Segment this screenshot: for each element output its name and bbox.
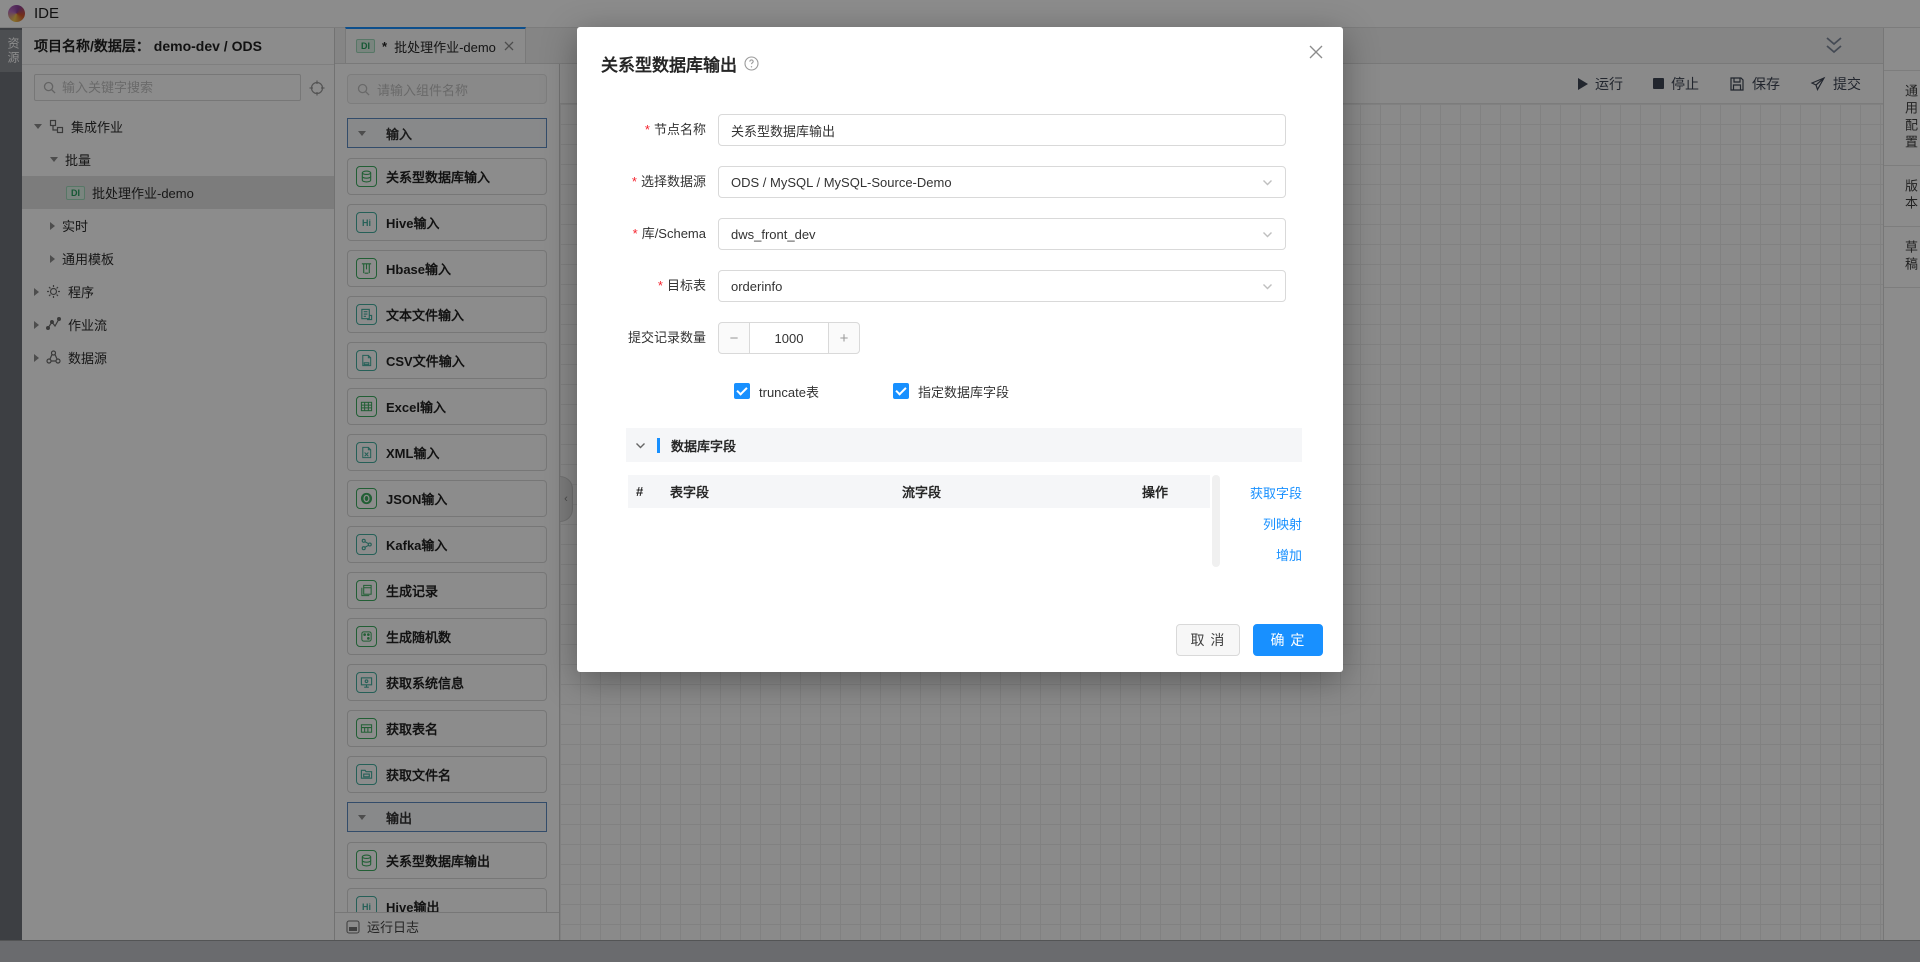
stepper-minus-button[interactable]: − xyxy=(718,322,750,354)
required-marker: * xyxy=(632,174,637,189)
required-marker: * xyxy=(658,278,663,293)
db-fields-table: # 表字段 流字段 操作 xyxy=(628,475,1210,568)
column-header-stream-field: 流字段 xyxy=(902,482,1142,501)
column-header-index: # xyxy=(628,484,662,499)
field-label: 库/Schema xyxy=(642,226,706,241)
table-header-row: # 表字段 流字段 操作 xyxy=(628,475,1210,508)
cancel-button[interactable]: 取 消 xyxy=(1176,624,1240,656)
column-header-actions: 操作 xyxy=(1142,482,1202,501)
table-action-links: 获取字段 列映射 增加 xyxy=(1250,483,1302,564)
required-marker: * xyxy=(645,122,650,137)
commit-count-stepper: − 1000 + xyxy=(718,322,860,354)
target-table-select[interactable]: orderinfo xyxy=(718,270,1286,302)
specify-fields-checkbox[interactable] xyxy=(893,383,909,399)
datasource-select[interactable]: ODS / MySQL / MySQL-Source-Demo xyxy=(718,166,1286,198)
form-row-target-table: * 目标表 orderinfo xyxy=(577,270,1343,302)
checkbox-label: truncate表 xyxy=(759,382,819,401)
form-row-node-name: * 节点名称 xyxy=(577,114,1343,146)
dialog-form: * 节点名称 * 选择数据源 ODS / MySQL / MySQL-Source-… xyxy=(577,76,1343,625)
specify-fields-checkbox-group[interactable]: 指定数据库字段 xyxy=(893,382,1009,401)
node-name-field[interactable] xyxy=(718,114,1286,146)
db-fields-section-header[interactable]: 数据库字段 xyxy=(626,428,1302,462)
db-fields-table-zone: # 表字段 流字段 操作 获取字段 列映射 增加 xyxy=(628,475,1302,625)
field-label: 提交记录数量 xyxy=(628,330,706,345)
close-icon[interactable] xyxy=(1309,45,1323,59)
table-empty-body xyxy=(628,508,1210,568)
node-name-input[interactable] xyxy=(731,123,1273,138)
dialog-header: 关系型数据库输出 xyxy=(577,27,1343,76)
field-label: 目标表 xyxy=(667,278,706,293)
checkbox-label: 指定数据库字段 xyxy=(918,382,1009,401)
section-title: 数据库字段 xyxy=(671,436,736,455)
truncate-checkbox-group[interactable]: truncate表 xyxy=(734,382,819,401)
dialog-footer: 取 消 确 定 xyxy=(1176,624,1323,656)
ok-button[interactable]: 确 定 xyxy=(1253,624,1323,656)
field-label: 选择数据源 xyxy=(641,174,706,189)
ide-app: IDE 资源 项目名称/数据层： demo-dev / ODS xyxy=(0,0,1920,962)
column-mapping-link[interactable]: 列映射 xyxy=(1263,514,1302,533)
dialog-title: 关系型数据库输出 xyxy=(601,51,737,76)
table-scrollbar[interactable] xyxy=(1212,475,1220,567)
checkbox-row: truncate表 指定数据库字段 xyxy=(734,380,1343,402)
rdb-output-dialog: 关系型数据库输出 * 节点名称 * 选择数据源 ODS / MySQL / MySQ… xyxy=(577,27,1343,672)
form-row-commit-count: 提交记录数量 − 1000 + xyxy=(577,322,1343,354)
form-row-schema: * 库/Schema dws_front_dev xyxy=(577,218,1343,250)
field-label: 节点名称 xyxy=(654,122,706,137)
selected-value: ODS / MySQL / MySQL-Source-Demo xyxy=(731,175,952,190)
truncate-checkbox[interactable] xyxy=(734,383,750,399)
required-marker: * xyxy=(633,226,638,241)
chevron-down-icon xyxy=(1262,177,1273,188)
selected-value: orderinfo xyxy=(731,279,782,294)
selected-value: dws_front_dev xyxy=(731,227,816,242)
chevron-down-icon xyxy=(1262,281,1273,292)
stepper-plus-button[interactable]: + xyxy=(828,322,860,354)
stepper-value[interactable]: 1000 xyxy=(750,322,828,354)
get-fields-link[interactable]: 获取字段 xyxy=(1250,483,1302,502)
chevron-down-icon[interactable] xyxy=(635,440,646,451)
column-header-table-field: 表字段 xyxy=(662,482,902,501)
chevron-down-icon xyxy=(1262,229,1273,240)
help-icon[interactable] xyxy=(744,56,759,71)
section-accent-bar xyxy=(657,438,660,453)
schema-select[interactable]: dws_front_dev xyxy=(718,218,1286,250)
form-row-datasource: * 选择数据源 ODS / MySQL / MySQL-Source-Demo xyxy=(577,166,1343,198)
add-row-link[interactable]: 增加 xyxy=(1276,545,1302,564)
